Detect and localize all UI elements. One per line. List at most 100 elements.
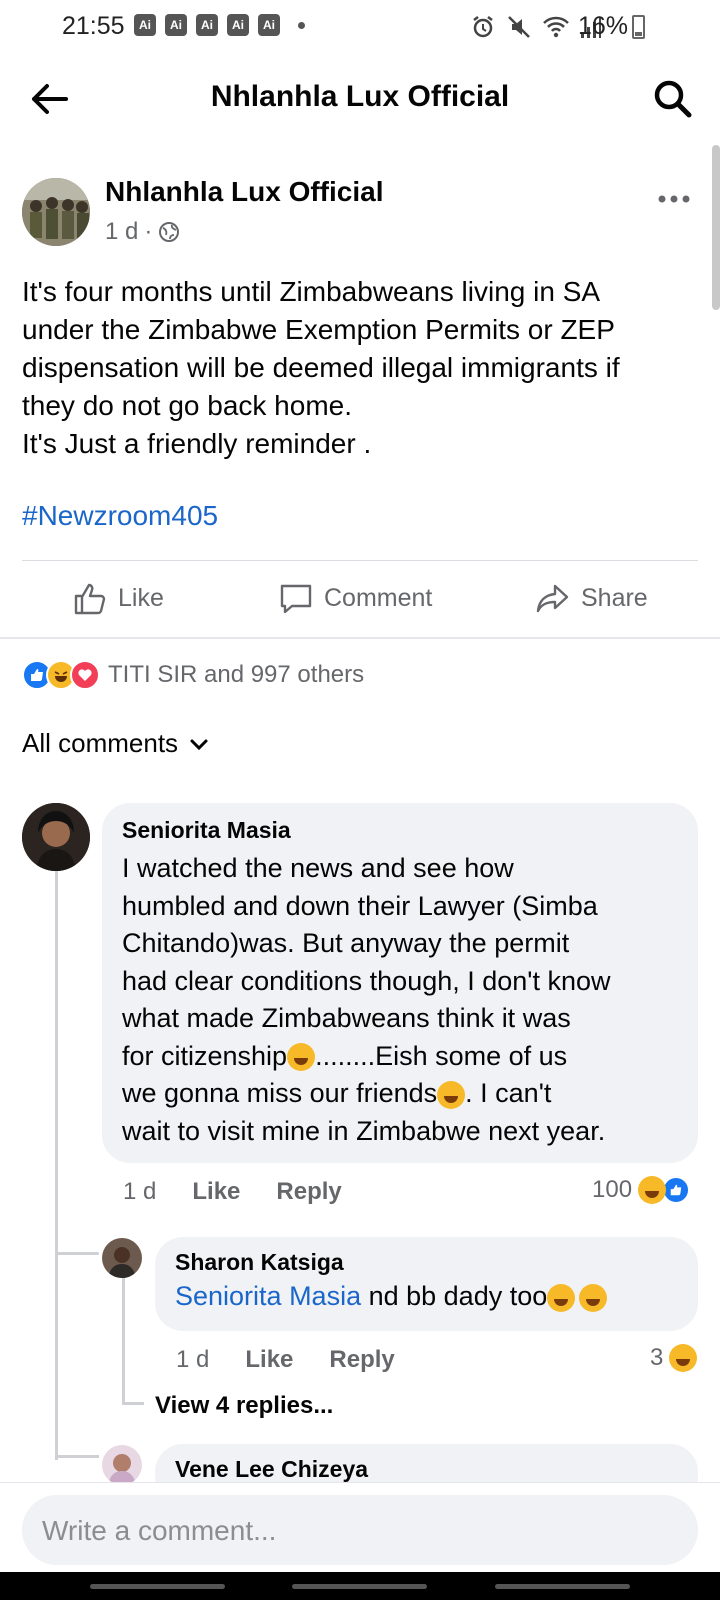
- status-bar: 21:55 Ai Ai Ai Ai Ai 16%: [0, 0, 720, 54]
- reply-text-body: nd bb dady too: [361, 1281, 548, 1311]
- divider: [0, 637, 720, 639]
- laughing-emoji-icon: [579, 1283, 608, 1312]
- battery-icon: [632, 15, 645, 39]
- like-button[interactable]: Like: [72, 580, 164, 616]
- post-text-line: they do not go back home.: [22, 390, 352, 421]
- scrollbar[interactable]: [712, 145, 720, 310]
- post-text-line: It's Just a friendly reminder .: [22, 428, 372, 459]
- reply-meta: 1 d Like Reply: [176, 1346, 431, 1374]
- reply-time[interactable]: 1 d: [176, 1346, 209, 1374]
- comment-line: what made Zimbabweans think it was: [122, 1003, 571, 1033]
- app-header: Nhlanhla Lux Official: [0, 54, 720, 144]
- comment-button[interactable]: Comment: [278, 580, 432, 616]
- post-text-line: It's four months until Zimbabweans livin…: [22, 276, 601, 307]
- ai-notification-icon: Ai: [258, 14, 280, 36]
- mute-icon: [508, 16, 530, 38]
- laughing-emoji-icon: [547, 1283, 576, 1312]
- group-photo-avatar: [22, 178, 90, 246]
- meta-separator: ·: [144, 218, 153, 245]
- comments-filter-label: All comments: [22, 728, 179, 758]
- comment-meta: 1 d Like Reply: [123, 1178, 378, 1206]
- post-text-line: under the Zimbabwe Exemption Permits or …: [22, 314, 615, 345]
- thread-line: [122, 1402, 144, 1405]
- post-text: It's four months until Zimbabweans livin…: [22, 273, 698, 463]
- post-time[interactable]: 1 d: [105, 218, 138, 246]
- page-title: Nhlanhla Lux Official: [210, 80, 510, 113]
- search-icon: [654, 80, 692, 118]
- reply-reactions[interactable]: 3: [650, 1344, 698, 1372]
- mention-link[interactable]: Seniorita Masia: [175, 1281, 361, 1311]
- comment-line: we gonna miss our friends: [122, 1078, 438, 1108]
- reaction-count: 100: [592, 1176, 633, 1203]
- post-actions: Like Comment Share: [0, 570, 720, 630]
- post-author-name[interactable]: Nhlanhla Lux Official: [105, 176, 383, 208]
- haha-reaction-icon: [669, 1344, 698, 1372]
- comment-line: humbled and down their Lawyer (Simba: [122, 890, 598, 921]
- commenter-name[interactable]: Sharon Katsiga: [175, 1249, 678, 1276]
- thread-line: [55, 860, 58, 1460]
- hashtag-link[interactable]: #Newzroom405: [22, 500, 218, 532]
- ai-notification-icon: Ai: [196, 14, 218, 36]
- nav-home-button[interactable]: [292, 1584, 427, 1589]
- system-nav-bar: [0, 1572, 720, 1600]
- thinking-emoji-icon: [287, 1043, 316, 1072]
- comment-line: had clear conditions though, I don't kno…: [122, 965, 611, 996]
- commenter-name[interactable]: Seniorita Masia: [122, 817, 678, 844]
- view-replies-link[interactable]: View 4 replies...: [155, 1392, 333, 1420]
- ai-notification-icon: Ai: [227, 14, 249, 36]
- alarm-icon: [473, 16, 493, 38]
- comments-filter-dropdown[interactable]: All comments: [22, 728, 210, 759]
- share-label: Share: [581, 583, 648, 612]
- chevron-down-icon: [190, 739, 208, 750]
- comment-time[interactable]: 1 d: [123, 1178, 156, 1206]
- thread-line: [55, 1252, 99, 1255]
- replier-avatar[interactable]: [102, 1238, 142, 1278]
- reaction-count: 3: [650, 1344, 664, 1371]
- reactions-summary[interactable]: TITI SIR and 997 others: [22, 660, 364, 690]
- ai-notification-icon: Ai: [134, 14, 156, 36]
- like-reaction-icon: [662, 1176, 691, 1204]
- nav-back-button[interactable]: [495, 1584, 630, 1589]
- comment-line: Chitando)was. But anyway the permit: [122, 928, 570, 958]
- commenter-avatar[interactable]: [22, 803, 90, 871]
- reactions-text: TITI SIR and 997 others: [108, 661, 365, 688]
- comment-line: for citizenship: [122, 1040, 288, 1071]
- reply-like-button[interactable]: Like: [245, 1346, 293, 1374]
- share-button[interactable]: Share: [535, 580, 648, 616]
- post-more-options-button[interactable]: [658, 178, 690, 212]
- comment-line: wait to visit mine in Zimbabwe next year…: [122, 1115, 606, 1146]
- write-comment-input[interactable]: Write a comment...: [22, 1495, 698, 1565]
- comment-bubble-icon: [280, 584, 312, 614]
- reply-text: Seniorita Masia nd bb dady too: [175, 1278, 678, 1316]
- comment-line: . I can't: [465, 1078, 552, 1108]
- comment-bubble[interactable]: Seniorita Masia I watched the news and s…: [102, 803, 698, 1163]
- share-arrow-icon: [536, 584, 569, 613]
- more-dots-icon: [658, 195, 690, 203]
- divider: [22, 560, 698, 561]
- nav-recent-button[interactable]: [90, 1584, 225, 1589]
- like-label: Like: [118, 583, 164, 612]
- replier-avatar[interactable]: [102, 1445, 142, 1485]
- comment-composer-bar: Write a comment...: [0, 1482, 720, 1582]
- post-author-avatar[interactable]: [22, 178, 90, 246]
- haha-reaction-icon: [638, 1176, 667, 1204]
- thread-line: [55, 1455, 99, 1458]
- globe-icon: [159, 222, 180, 242]
- ai-notification-icon: Ai: [165, 14, 187, 36]
- love-reaction-icon: [70, 660, 100, 690]
- comment-reactions[interactable]: 100: [592, 1176, 691, 1204]
- comment-like-button[interactable]: Like: [192, 1178, 240, 1206]
- comment-reply-button[interactable]: Reply: [276, 1178, 341, 1206]
- post-text-line: dispensation will be deemed illegal immi…: [22, 352, 620, 383]
- comment-label: Comment: [324, 583, 433, 612]
- commenter-name[interactable]: Vene Lee Chizeya: [175, 1456, 678, 1483]
- wifi-icon: [543, 16, 569, 38]
- comment-line: ........Eish some of us: [315, 1040, 568, 1071]
- reply-bubble[interactable]: Sharon Katsiga Seniorita Masia nd bb dad…: [155, 1237, 698, 1331]
- search-button[interactable]: [650, 76, 696, 122]
- battery-percent: 16%: [577, 12, 628, 40]
- reply-reply-button[interactable]: Reply: [329, 1346, 394, 1374]
- thumbs-up-icon: [74, 583, 106, 615]
- more-notifications-dot: [298, 22, 305, 29]
- comment-text: I watched the news and see how humbled a…: [122, 850, 678, 1150]
